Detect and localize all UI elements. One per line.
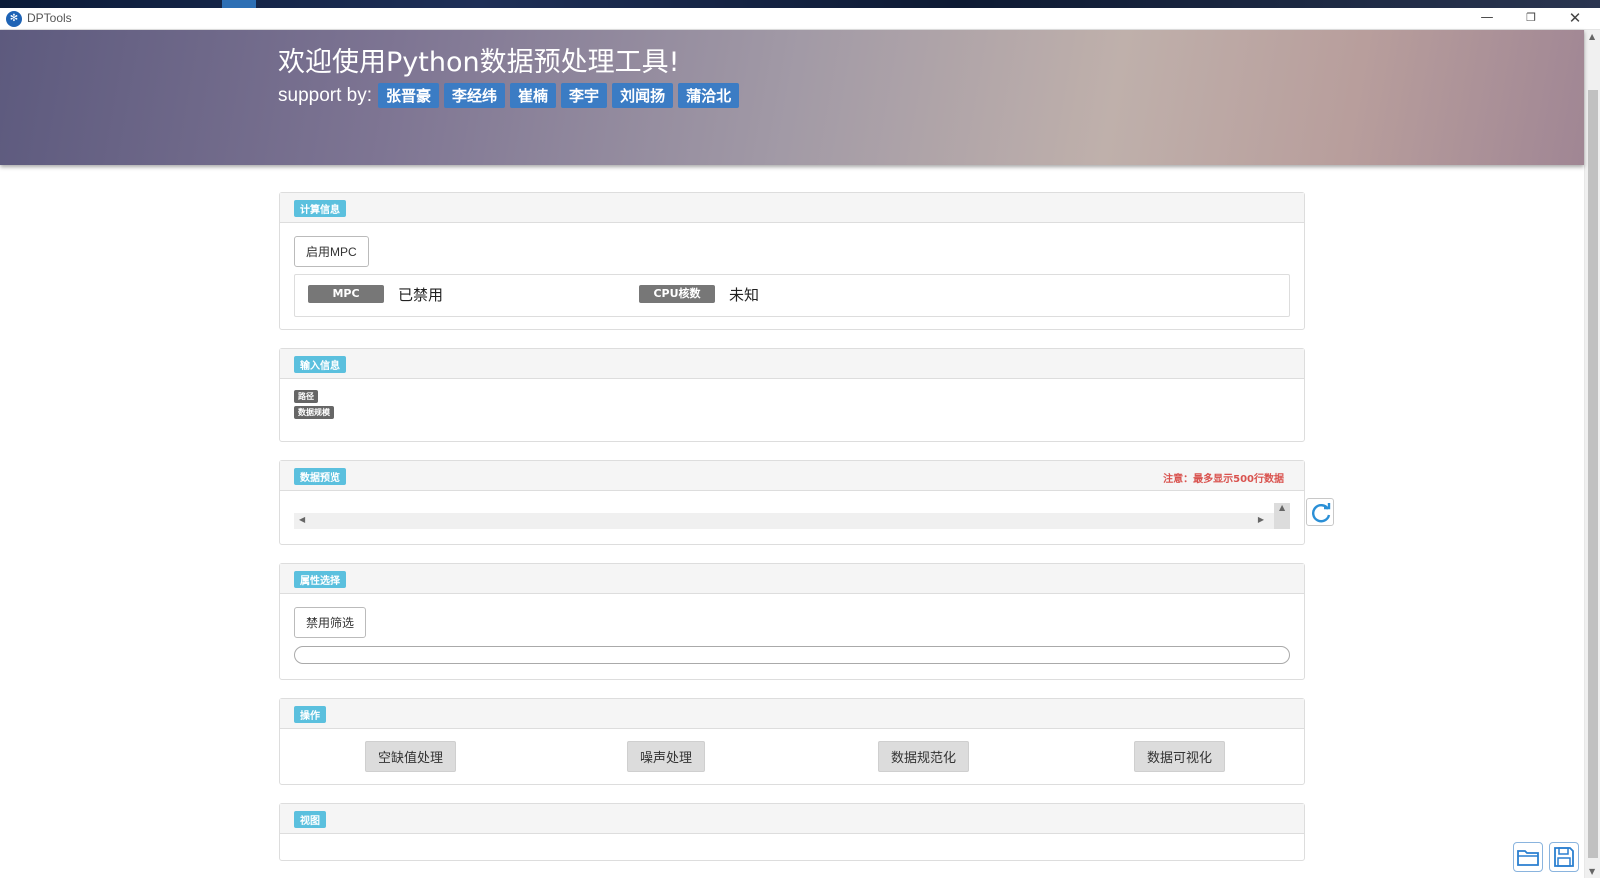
attribute-selection-panel: 属性选择 禁用筛选 — [279, 563, 1305, 680]
support-label: support by: — [278, 84, 372, 106]
path-label: 路径 — [294, 390, 318, 403]
data-scale-label: 数据规模 — [294, 406, 334, 419]
scroll-up-icon[interactable]: ▲ — [1279, 503, 1285, 512]
panel-tag: 输入信息 — [294, 356, 346, 373]
panel-tag: 操作 — [294, 706, 326, 723]
scroll-down-icon[interactable]: ▼ — [1589, 867, 1595, 876]
cpu-cores-label: CPU核数 — [639, 285, 715, 303]
panel-tag: 视图 — [294, 811, 326, 828]
vertical-scrollbar[interactable]: ▲ ▼ — [1584, 30, 1600, 878]
input-info-panel: 输入信息 路径 数据规模 — [279, 348, 1305, 442]
refresh-button[interactable] — [1306, 498, 1334, 526]
taskbar-strip — [0, 0, 1600, 8]
disable-filter-button[interactable]: 禁用筛选 — [294, 607, 367, 638]
visualization-button[interactable]: 数据可视化 — [1134, 741, 1226, 772]
author-badge: 李宇 — [561, 83, 608, 108]
panel-tag: 数据预览 — [294, 468, 346, 485]
support-row: support by: 张晋豪 李经纬 崔楠 李宇 刘闻扬 蒲洽北 — [278, 83, 744, 108]
data-preview-panel: 数据预览 注意：最多显示500行数据 ◀ ▶ ▲ — [279, 460, 1305, 545]
normalization-button[interactable]: 数据规范化 — [878, 741, 970, 772]
scroll-left-icon[interactable]: ◀ — [299, 515, 305, 524]
view-panel: 视图 — [279, 803, 1305, 861]
scroll-thumb[interactable] — [1588, 90, 1598, 858]
panel-header: 属性选择 — [280, 564, 1304, 594]
mpc-status-value: 已禁用 — [398, 286, 444, 304]
operations-panel: 操作 空缺值处理 噪声处理 数据规范化 数据可视化 — [279, 698, 1305, 785]
refresh-icon — [1312, 503, 1331, 523]
enable-mpc-button[interactable]: 启用MPC — [294, 236, 369, 267]
save-file-button[interactable] — [1549, 842, 1579, 872]
panel-tag: 计算信息 — [294, 200, 346, 217]
close-button[interactable]: ✕ — [1553, 8, 1597, 30]
panel-header: 计算信息 — [280, 193, 1304, 223]
scroll-corner: ▲ — [1274, 503, 1290, 529]
save-icon — [1554, 847, 1574, 867]
scroll-right-icon[interactable]: ▶ — [1258, 515, 1264, 524]
input-info-labels: 路径 数据规模 — [294, 390, 334, 422]
taskbar-active-item — [222, 0, 256, 8]
row-limit-note: 注意：最多显示500行数据 — [1163, 474, 1284, 485]
window-titlebar: ✻ DPTools — ❐ ✕ — [0, 8, 1600, 30]
folder-open-icon — [1517, 850, 1539, 866]
mpc-label: MPC — [308, 285, 384, 303]
compute-info-panel: 计算信息 启用MPC MPC 已禁用 CPU核数 未知 — [279, 192, 1305, 330]
app-logo-icon: ✻ — [6, 11, 22, 27]
compute-status-well: MPC 已禁用 CPU核数 未知 — [294, 274, 1290, 317]
header-banner: 欢迎使用Python数据预处理工具! support by: 张晋豪 李经纬 崔… — [0, 30, 1584, 165]
scroll-up-icon[interactable]: ▲ — [1589, 32, 1595, 41]
open-file-button[interactable] — [1513, 842, 1543, 872]
noise-handling-button[interactable]: 噪声处理 — [627, 741, 706, 772]
author-badge: 崔楠 — [510, 83, 557, 108]
author-badge: 刘闻扬 — [612, 83, 674, 108]
preview-horizontal-scrollbar[interactable]: ◀ ▶ ▲ — [294, 503, 1290, 529]
attribute-selector-bar[interactable] — [294, 646, 1290, 664]
panel-header: 视图 — [280, 804, 1304, 834]
window-title: DPTools — [27, 11, 72, 25]
author-badge: 李经纬 — [444, 83, 506, 108]
panel-header: 操作 — [280, 699, 1304, 729]
cpu-cores-value: 未知 — [729, 286, 760, 304]
minimize-button[interactable]: — — [1465, 8, 1509, 30]
panel-header: 输入信息 — [280, 349, 1304, 379]
page-title: 欢迎使用Python数据预处理工具! — [278, 47, 680, 78]
preview-table-area: ◀ ▶ ▲ — [280, 491, 1304, 545]
panel-header: 数据预览 注意：最多显示500行数据 — [280, 461, 1304, 491]
author-badge: 蒲洽北 — [678, 83, 740, 108]
panel-tag: 属性选择 — [294, 571, 346, 588]
maximize-button[interactable]: ❐ — [1509, 8, 1553, 30]
missing-value-button[interactable]: 空缺值处理 — [365, 741, 457, 772]
author-badge: 张晋豪 — [378, 83, 440, 108]
